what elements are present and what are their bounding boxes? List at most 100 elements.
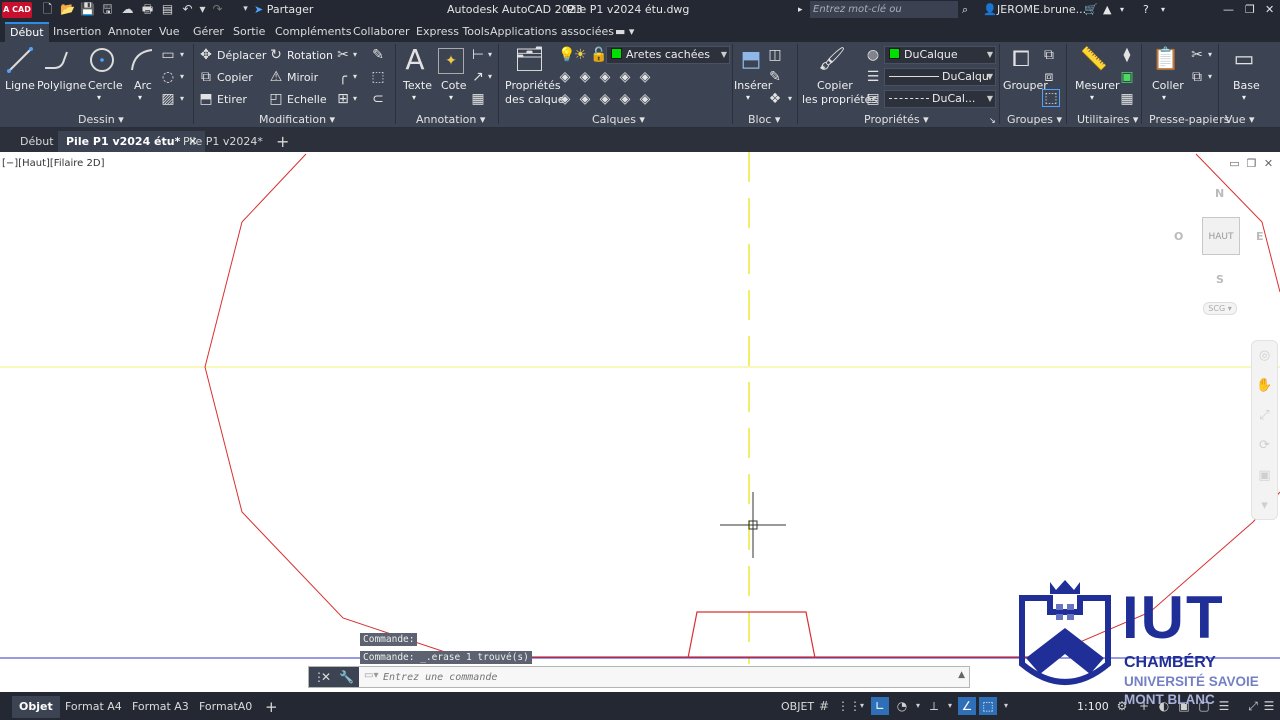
plot-preview-icon[interactable]: ▤ — [160, 2, 175, 17]
layer-tool-7-icon[interactable]: ◈ — [578, 91, 592, 107]
showmotion-icon[interactable]: ▣ — [1252, 461, 1277, 491]
panel-title-bloc[interactable]: Bloc ▾ — [748, 112, 780, 128]
arc-tool-icon[interactable] — [128, 46, 156, 74]
circle-dropdown-icon[interactable]: ▾ — [97, 91, 101, 104]
arc-dropdown-icon[interactable]: ▾ — [138, 91, 142, 104]
group-icon[interactable]: ⧠ — [1007, 46, 1035, 74]
zoom-extents-icon[interactable]: ⤢ — [1252, 401, 1277, 431]
erase-icon[interactable]: ✎ — [370, 47, 386, 63]
grid-icon[interactable]: # — [815, 697, 833, 715]
layer-tool-3-icon[interactable]: ◈ — [598, 69, 612, 85]
utility-1-icon[interactable]: ⧫ — [1120, 47, 1134, 63]
move-tool-label[interactable]: Déplacer — [217, 49, 266, 62]
new-layout-plus-icon[interactable]: + — [258, 696, 285, 718]
layer-tool-4-icon[interactable]: ◈ — [618, 69, 632, 85]
recent-commands-icon[interactable]: ▭▾ — [364, 670, 378, 681]
command-line-customize-icon[interactable]: 🔧 — [339, 667, 354, 687]
command-input[interactable] — [383, 669, 943, 685]
new-file-icon[interactable]: 🗋 — [40, 2, 55, 17]
layout-tab-a3[interactable]: Format A3 — [125, 696, 196, 718]
pan-hand-icon[interactable]: ✋ — [1252, 371, 1277, 401]
base-view-dropdown-icon[interactable]: ▾ — [1242, 91, 1246, 104]
minimize-icon[interactable]: — — [1223, 0, 1234, 20]
layer-properties-icon[interactable]: 🗂 — [514, 45, 544, 73]
viewport-minimize-icon[interactable]: ▭ — [1229, 158, 1240, 169]
explode-icon[interactable]: ⬚ — [370, 69, 386, 85]
object-snap-dropdown-icon[interactable]: ▾ — [997, 697, 1015, 715]
object-snap-tracking-icon[interactable]: ∠ — [958, 697, 976, 715]
layer-tool-5-icon[interactable]: ◈ — [638, 69, 652, 85]
cart-icon[interactable]: 🛒 — [1084, 0, 1098, 20]
panel-title-vue[interactable]: Vue ▾ — [1225, 112, 1255, 128]
create-block-icon[interactable]: ◫ — [768, 47, 782, 63]
save-as-icon[interactable]: 🖫 — [100, 2, 115, 17]
fillet-dropdown-icon[interactable]: ▾ — [351, 69, 359, 85]
offset-icon[interactable]: ⊂ — [370, 91, 386, 107]
panel-title-modification[interactable]: Modification ▾ — [259, 112, 335, 128]
trim-icon[interactable]: ✂ — [335, 47, 351, 63]
text-tool-icon[interactable]: A — [402, 44, 428, 76]
layer-tool-6-icon[interactable]: ◈ — [558, 91, 572, 107]
copy-clip-dropdown-icon[interactable]: ▾ — [1206, 69, 1214, 85]
rotate-icon[interactable]: ↻ — [268, 47, 284, 63]
layer-properties-label-2[interactable]: des calque — [505, 93, 565, 106]
tab-express-tools[interactable]: Express Tools — [411, 22, 495, 42]
paste-icon[interactable]: 📋 — [1152, 46, 1180, 74]
help-search-input[interactable]: Entrez mot-clé ou expression — [810, 1, 958, 32]
block-attributes-icon[interactable]: ❖ — [768, 91, 782, 107]
layer-properties-label-1[interactable]: Propriétés — [505, 79, 561, 92]
ortho-icon[interactable]: ∟ — [871, 697, 889, 715]
move-icon[interactable]: ✥ — [198, 47, 214, 63]
circle-tool-label[interactable]: Cercle — [88, 79, 123, 92]
utility-2-icon[interactable]: ▣ — [1120, 69, 1134, 85]
linear-dim-dropdown-icon[interactable]: ▾ — [486, 47, 494, 63]
layout-tab-a0[interactable]: FormatA0 — [192, 696, 259, 718]
array-icon[interactable]: ⊞ — [335, 91, 351, 107]
measure-dropdown-icon[interactable]: ▾ — [1090, 91, 1094, 104]
layer-tool-2-icon[interactable]: ◈ — [578, 69, 592, 85]
gradient-dropdown-icon[interactable]: ▾ — [178, 91, 186, 107]
autodesk-a360-icon[interactable]: ▲ — [1103, 0, 1111, 20]
share-button[interactable]: ➤ Partager — [254, 0, 313, 20]
tab-annoter[interactable]: Annoter — [103, 22, 157, 42]
panel-title-dessin[interactable]: Dessin ▾ — [78, 112, 124, 128]
viewcube-east[interactable]: E — [1256, 230, 1264, 243]
save-icon[interactable]: 💾 — [80, 2, 95, 17]
qat-customize-icon[interactable]: ▾ — [238, 2, 253, 17]
dimension-tool-label[interactable]: Cote — [441, 79, 467, 92]
ribbon-display-toggle-icon[interactable]: ▬ ▾ — [610, 22, 639, 42]
gradient-tool-icon[interactable]: ▨ — [161, 91, 175, 107]
insert-block-icon[interactable]: ⬒ — [737, 46, 765, 74]
viewport-close-icon[interactable]: ✕ — [1263, 158, 1274, 169]
ucs-dropdown[interactable]: SCG ▾ — [1203, 302, 1237, 315]
command-history-toggle-icon[interactable]: ▲ — [958, 670, 965, 680]
tab-debut[interactable]: Début — [5, 22, 49, 42]
dimension-tool-icon[interactable]: ✦ — [438, 48, 464, 74]
insert-block-label[interactable]: Insérer — [734, 79, 772, 92]
steering-wheel-icon[interactable]: ◎ — [1252, 341, 1277, 371]
undo-icon[interactable]: ↶ — [180, 2, 195, 17]
ungroup-icon[interactable]: ⧉ — [1042, 47, 1056, 63]
paste-dropdown-icon[interactable]: ▾ — [1162, 91, 1166, 104]
orbit-icon[interactable]: ⟳ — [1252, 431, 1277, 461]
search-expand-icon[interactable]: ▸ — [798, 0, 803, 20]
viewcube-south[interactable]: S — [1216, 273, 1224, 286]
layout-tab-model[interactable]: Objet — [12, 696, 60, 718]
panel-title-groupes[interactable]: Groupes ▾ — [1007, 112, 1062, 128]
doc-tab-start[interactable]: Début — [12, 131, 62, 152]
open-folder-icon[interactable]: 📂 — [60, 2, 75, 17]
copy-clip-icon[interactable]: ⧉ — [1190, 69, 1204, 85]
panel-title-calques[interactable]: Calques ▾ — [592, 112, 645, 128]
doc-tab-other[interactable]: Pile P1 v2024* — [175, 131, 271, 152]
layer-freeze-icon[interactable]: ☀ — [574, 47, 587, 63]
new-tab-plus-icon[interactable]: + — [268, 131, 297, 152]
text-dropdown-icon[interactable]: ▾ — [412, 91, 416, 104]
tab-complements[interactable]: Compléments — [270, 22, 356, 42]
properties-dialog-launcher-icon[interactable]: ↘ — [989, 114, 996, 127]
polyline-tool-icon[interactable] — [42, 46, 70, 74]
user-account-button[interactable]: JEROME.brune... — [997, 0, 1086, 20]
measure-icon[interactable]: 📏 — [1080, 46, 1108, 74]
arc-tool-label[interactable]: Arc — [134, 79, 152, 92]
polyline-tool-label[interactable]: Polyligne — [37, 79, 86, 92]
mirror-tool-label[interactable]: Miroir — [287, 71, 318, 84]
